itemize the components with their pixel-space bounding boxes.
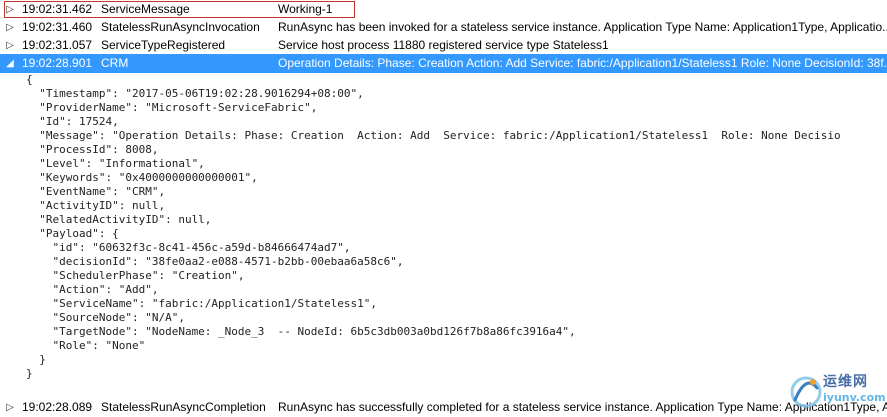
json-line: "Level": "Informational", <box>26 157 205 170</box>
event-name: ServiceTypeRegistered <box>101 38 226 52</box>
expand-arrow-icon[interactable]: ▷ <box>4 18 16 37</box>
event-row[interactable]: ▷ 19:02:28.089 StatelessRunAsyncCompleti… <box>0 398 887 417</box>
event-message: RunAsync has been invoked for a stateles… <box>278 20 887 34</box>
event-message: RunAsync has successfully completed for … <box>278 400 887 414</box>
event-row[interactable]: ▷ 19:02:31.462 ServiceMessage Working-1 <box>0 0 887 19</box>
event-timestamp: 19:02:31.460 <box>22 20 93 34</box>
expand-arrow-icon[interactable]: ▷ <box>4 398 16 417</box>
event-name: ServiceMessage <box>101 2 190 16</box>
json-line: "SchedulerPhase": "Creation", <box>26 269 245 282</box>
json-line: "ProcessId": 8008, <box>26 143 159 156</box>
json-line: "ServiceName": "fabric:/Application1/Sta… <box>26 297 377 310</box>
json-line: "Action": "Add", <box>26 283 159 296</box>
event-name: StatelessRunAsyncCompletion <box>101 400 266 414</box>
event-timestamp: 19:02:31.462 <box>22 2 93 16</box>
json-line: "ActivityID": null, <box>26 199 166 212</box>
json-line: "Timestamp": "2017-05-06T19:02:28.901629… <box>26 87 364 100</box>
event-message: Service host process 11880 registered se… <box>278 38 609 52</box>
event-row[interactable]: ▷ 19:02:31.460 StatelessRunAsyncInvocati… <box>0 18 887 37</box>
json-line: "TargetNode": "NodeName: _Node_3 -- Node… <box>26 325 576 338</box>
json-line: "SourceNode": "N/A", <box>26 311 185 324</box>
expand-arrow-icon[interactable]: ▷ <box>4 36 16 55</box>
event-timestamp: 19:02:31.057 <box>22 38 93 52</box>
json-line: { <box>26 73 33 86</box>
json-line: "EventName": "CRM", <box>26 185 166 198</box>
json-line: "Message": "Operation Details: Phase: Cr… <box>26 129 841 142</box>
json-line: "decisionId": "38fe0aa2-e088-4571-b2bb-0… <box>26 255 404 268</box>
json-line: } <box>26 353 46 366</box>
event-timestamp: 19:02:28.089 <box>22 400 93 414</box>
json-line: "RelatedActivityID": null, <box>26 213 212 226</box>
event-detail-json: { "Timestamp": "2017-05-06T19:02:28.9016… <box>0 71 887 387</box>
expand-arrow-icon[interactable]: ▷ <box>4 0 16 19</box>
json-line: "id": "60632f3c-8c41-456c-a59d-b84666474… <box>26 241 351 254</box>
json-line: "Payload": { <box>26 227 119 240</box>
json-line: "Role": "None" <box>26 339 146 352</box>
json-line: "Id": 17524, <box>26 115 119 128</box>
event-row[interactable]: ▷ 19:02:31.057 ServiceTypeRegistered Ser… <box>0 36 887 55</box>
json-line: } <box>26 367 33 380</box>
json-line: "Keywords": "0x4000000000000001", <box>26 171 258 184</box>
json-line: "ProviderName": "Microsoft-ServiceFabric… <box>26 101 318 114</box>
event-message: Working-1 <box>278 2 333 16</box>
event-name: StatelessRunAsyncInvocation <box>101 20 260 34</box>
